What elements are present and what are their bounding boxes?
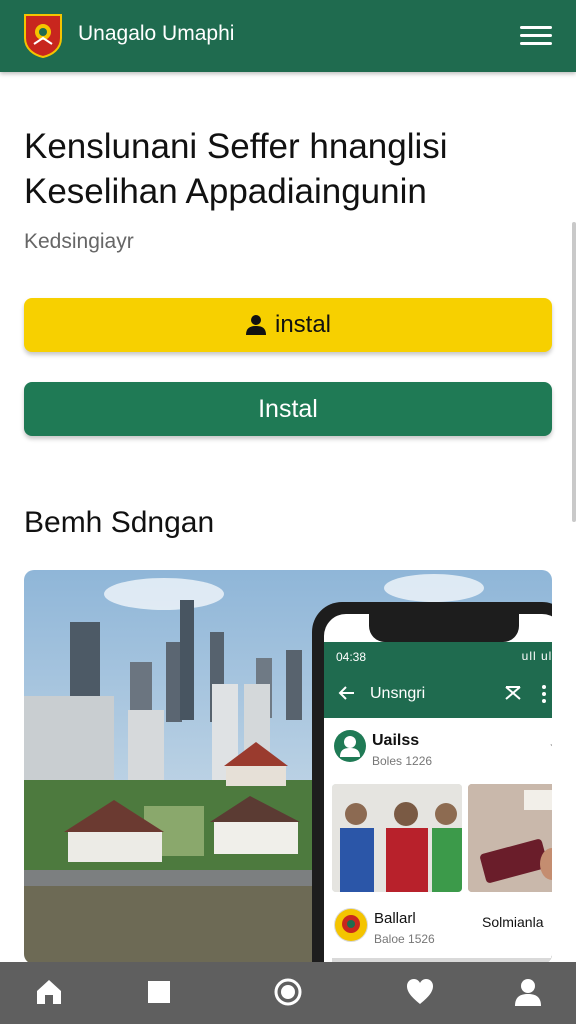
install-secondary-label: Instal [258, 394, 318, 423]
post-author: Uailss [372, 732, 420, 749]
chevron-down-icon[interactable]: ⌄ [548, 736, 552, 750]
post-header-2[interactable]: Ballarl Baloe 1526 Solmianla [324, 896, 552, 956]
hero-image: 04:38 ull ull Unsngri [24, 570, 552, 964]
status-time: 04:38 [336, 650, 367, 664]
back-arrow-icon[interactable] [336, 682, 358, 704]
hand-holding-phone-illustration [468, 784, 552, 892]
close-icon[interactable] [502, 682, 524, 704]
crest-avatar-icon[interactable] [334, 908, 368, 942]
square-icon[interactable] [143, 976, 175, 1008]
avatar[interactable] [334, 730, 366, 762]
phone-mockup: 04:38 ull ull Unsngri [312, 602, 552, 964]
phone-status-bar: 04:38 ull ull [324, 642, 552, 670]
heart-icon[interactable] [404, 976, 436, 1008]
headline-line-2: Keselihan Appadiaingunin [24, 172, 427, 211]
post-photo-phone[interactable] [468, 784, 552, 892]
post-author-2: Ballarl [374, 910, 416, 927]
person-avatar-icon [340, 736, 360, 757]
post-photo-people[interactable] [332, 784, 462, 892]
phone-screen: 04:38 ull ull Unsngri [324, 614, 552, 964]
headline-line-1: Kenslunani Seffer hnanglisi [24, 127, 448, 166]
post-author-3: Solmianla [482, 914, 544, 930]
phone-app-title: Unsngri [370, 685, 426, 702]
install-secondary-button[interactable]: Instal [24, 382, 552, 436]
page-subtitle: Kedsingiayr [24, 230, 134, 253]
section-title: Bemh Sdngan [24, 506, 215, 539]
install-primary-label: instal [274, 311, 332, 338]
bottom-navigation [0, 962, 576, 1024]
post-header[interactable]: Uailss Boles 1226 ⌄ [324, 718, 552, 782]
person-icon[interactable] [512, 976, 544, 1008]
scrollbar[interactable] [572, 222, 576, 522]
hamburger-menu-icon[interactable] [516, 22, 556, 52]
more-options-icon[interactable] [538, 683, 550, 705]
user-icon [245, 315, 266, 335]
home-icon[interactable] [33, 976, 65, 1008]
top-app-bar: Unagalo Umaphi [0, 0, 576, 72]
post-date: Boles 1226 [372, 754, 433, 768]
page-headline: Kenslunani Seffer hnanglisi Keselihan Ap… [24, 124, 554, 214]
phone-notch [369, 614, 519, 642]
signal-icon: ull ull [521, 649, 552, 663]
app-title: Unagalo Umaphi [78, 22, 235, 45]
post-date-2: Baloe 1526 [374, 932, 435, 946]
install-primary-button[interactable]: instal [24, 298, 552, 352]
group-photo-illustration [332, 784, 462, 892]
record-icon[interactable] [272, 976, 304, 1008]
crest-logo-icon[interactable] [22, 12, 64, 58]
phone-app-bar: Unsngri [324, 670, 552, 718]
